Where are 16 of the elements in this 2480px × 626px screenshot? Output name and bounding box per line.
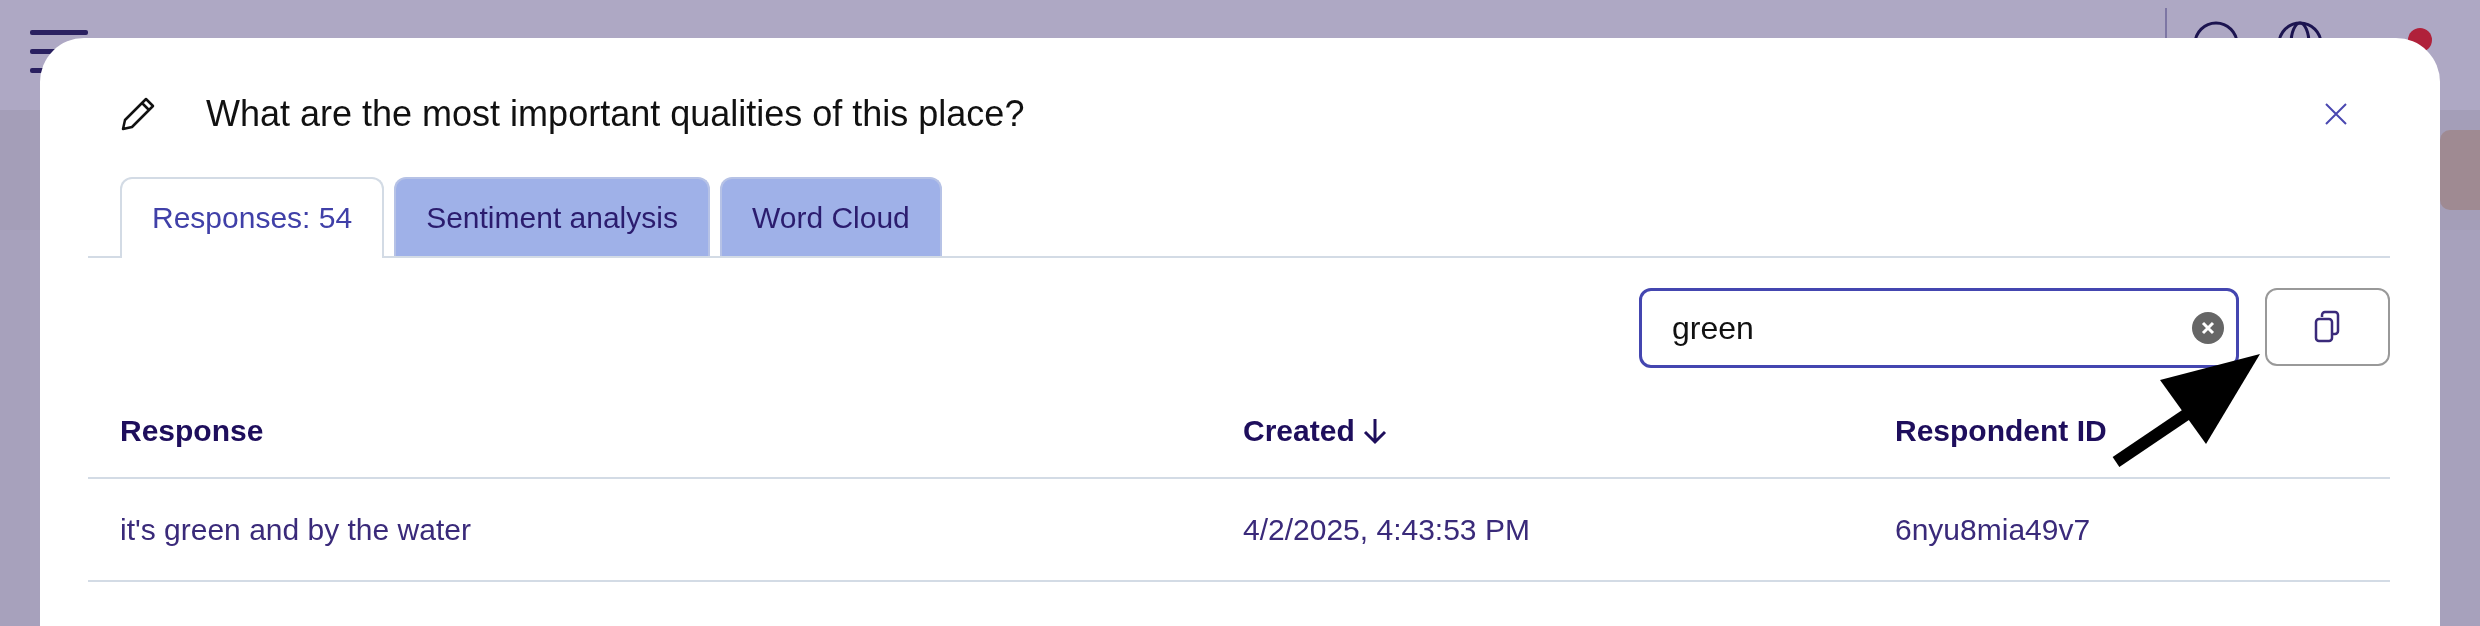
copy-button[interactable] — [2265, 288, 2390, 366]
search-input[interactable]: green — [1670, 303, 2192, 353]
dialog-title: What are the most important qualities of this place? — [206, 92, 1025, 136]
pencil-icon — [120, 96, 156, 132]
column-header[interactable]: Response — [88, 382, 1211, 478]
sort-arrow-icon — [1363, 417, 1388, 445]
search-field[interactable]: green — [1639, 288, 2239, 368]
close-icon — [2200, 320, 2216, 336]
column-header[interactable]: Created — [1211, 382, 1863, 478]
tab[interactable]: Responses: 54 — [120, 177, 385, 258]
table-cell: 6nyu8mia49v7 — [1863, 478, 2390, 581]
clear-button[interactable] — [2192, 312, 2224, 344]
table-cell: 4/2/2025, 4:43:53 PM — [1211, 478, 1863, 581]
table-cell: it's green and by the water — [88, 478, 1211, 581]
tab[interactable]: Word Cloud — [719, 177, 942, 256]
tab[interactable]: Sentiment analysis — [394, 177, 710, 256]
